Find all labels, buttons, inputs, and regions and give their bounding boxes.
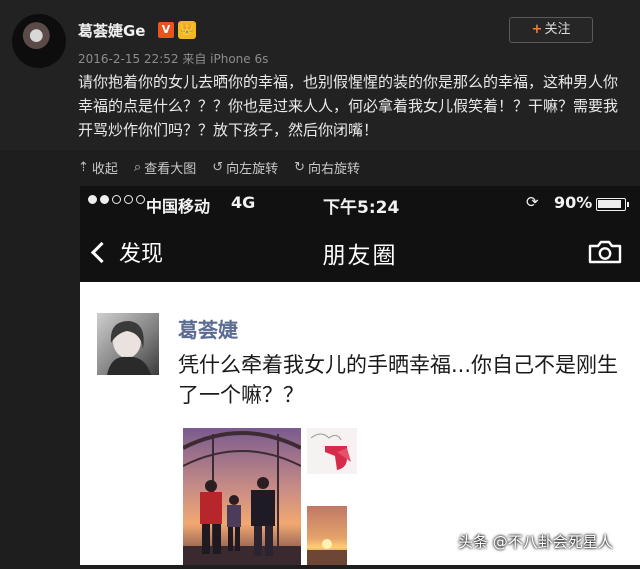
network-type: 4G <box>231 193 256 212</box>
moment-author-avatar[interactable] <box>97 313 159 375</box>
moment-author-name[interactable]: 葛荟婕 <box>178 314 238 343</box>
post-timestamp[interactable]: 2016-2-15 22:52 <box>78 52 179 66</box>
moments-nav-bar: 发现 朋友圈 <box>80 222 640 282</box>
rotate-right-icon: ↻ <box>294 160 306 175</box>
rotate-right-button[interactable]: ↻ 向右旋转 <box>294 158 360 177</box>
watermark: 头条 @不八卦会死星人 <box>458 533 613 551</box>
moment-photo-card[interactable] <box>307 428 357 474</box>
follow-label: 关注 <box>544 22 571 37</box>
view-large-button[interactable]: ⌕ 查看大图 <box>134 158 196 177</box>
nav-title: 朋友圈 <box>322 243 398 269</box>
collapse-label: 收起 <box>91 162 118 177</box>
rotate-left-button[interactable]: ↺ 向左旋转 <box>212 158 278 177</box>
sunset-drawing <box>307 539 347 565</box>
camera-icon[interactable] <box>588 240 622 264</box>
moment-avatar-image <box>107 321 151 375</box>
rotate-right-label: 向右旋转 <box>308 162 361 177</box>
view-large-label: 查看大图 <box>144 162 197 177</box>
status-time: 下午5:24 <box>323 198 400 218</box>
greeting-card-drawing <box>310 433 351 470</box>
moment-photo-sunset[interactable] <box>307 506 347 565</box>
verified-badge-icon: V <box>158 22 174 38</box>
weibo-post-header: 葛荟婕Ge V 👑 + 关注 2016-2-15 22:52 来自 iPhone … <box>0 0 640 150</box>
battery-percent: 90% <box>554 193 593 212</box>
signal-dot <box>100 195 109 204</box>
moment-photo-family[interactable] <box>183 428 301 565</box>
signal-dot <box>124 195 133 204</box>
signal-dot <box>88 195 97 204</box>
post-meta: 2016-2-15 22:52 来自 iPhone 6s <box>78 50 268 67</box>
family-photo-drawing <box>183 431 301 565</box>
rotate-left-icon: ↺ <box>212 160 224 175</box>
battery-level-fill <box>598 200 621 208</box>
moment-text: 凭什么牵着我女儿的手晒幸福...你自己不是刚生了一个嘛？？ <box>178 353 619 407</box>
attached-screenshot[interactable]: 中国移动 4G 下午5:24 ⟳ 90% 发现 朋友圈 葛荟婕 凭什么牵着我女儿… <box>80 186 640 565</box>
signal-dot <box>112 195 121 204</box>
phone-status-bar: 中国移动 4G 下午5:24 ⟳ 90% <box>80 186 640 222</box>
carrier-name: 中国移动 <box>146 197 211 216</box>
battery-tip <box>627 202 629 207</box>
author-username[interactable]: 葛荟婕Ge <box>78 20 146 41</box>
battery-icon <box>596 198 626 211</box>
magnify-icon: ⌕ <box>133 160 142 175</box>
post-source: 来自 iPhone 6s <box>182 52 269 66</box>
collapse-button[interactable]: ⇡ 收起 <box>78 158 118 177</box>
author-avatar[interactable] <box>12 14 66 68</box>
signal-strength-icon <box>88 195 145 204</box>
image-action-bar: ⇡ 收起 ⌕ 查看大图 ↺ 向左旋转 ↻ 向右旋转 <box>78 158 360 177</box>
plus-icon: + <box>531 22 543 37</box>
collapse-icon: ⇡ <box>78 160 89 175</box>
rotate-left-label: 向左旋转 <box>226 162 279 177</box>
post-text: 请你抱着你的女儿去晒你的幸福，也别假惺惺的装的你是那么的幸福，这种男人你幸福的点… <box>78 73 619 139</box>
signal-dot <box>136 195 145 204</box>
crown-badge-icon: 👑 <box>178 21 196 39</box>
follow-button[interactable]: + 关注 <box>509 17 593 43</box>
orientation-lock-icon: ⟳ <box>526 193 539 211</box>
